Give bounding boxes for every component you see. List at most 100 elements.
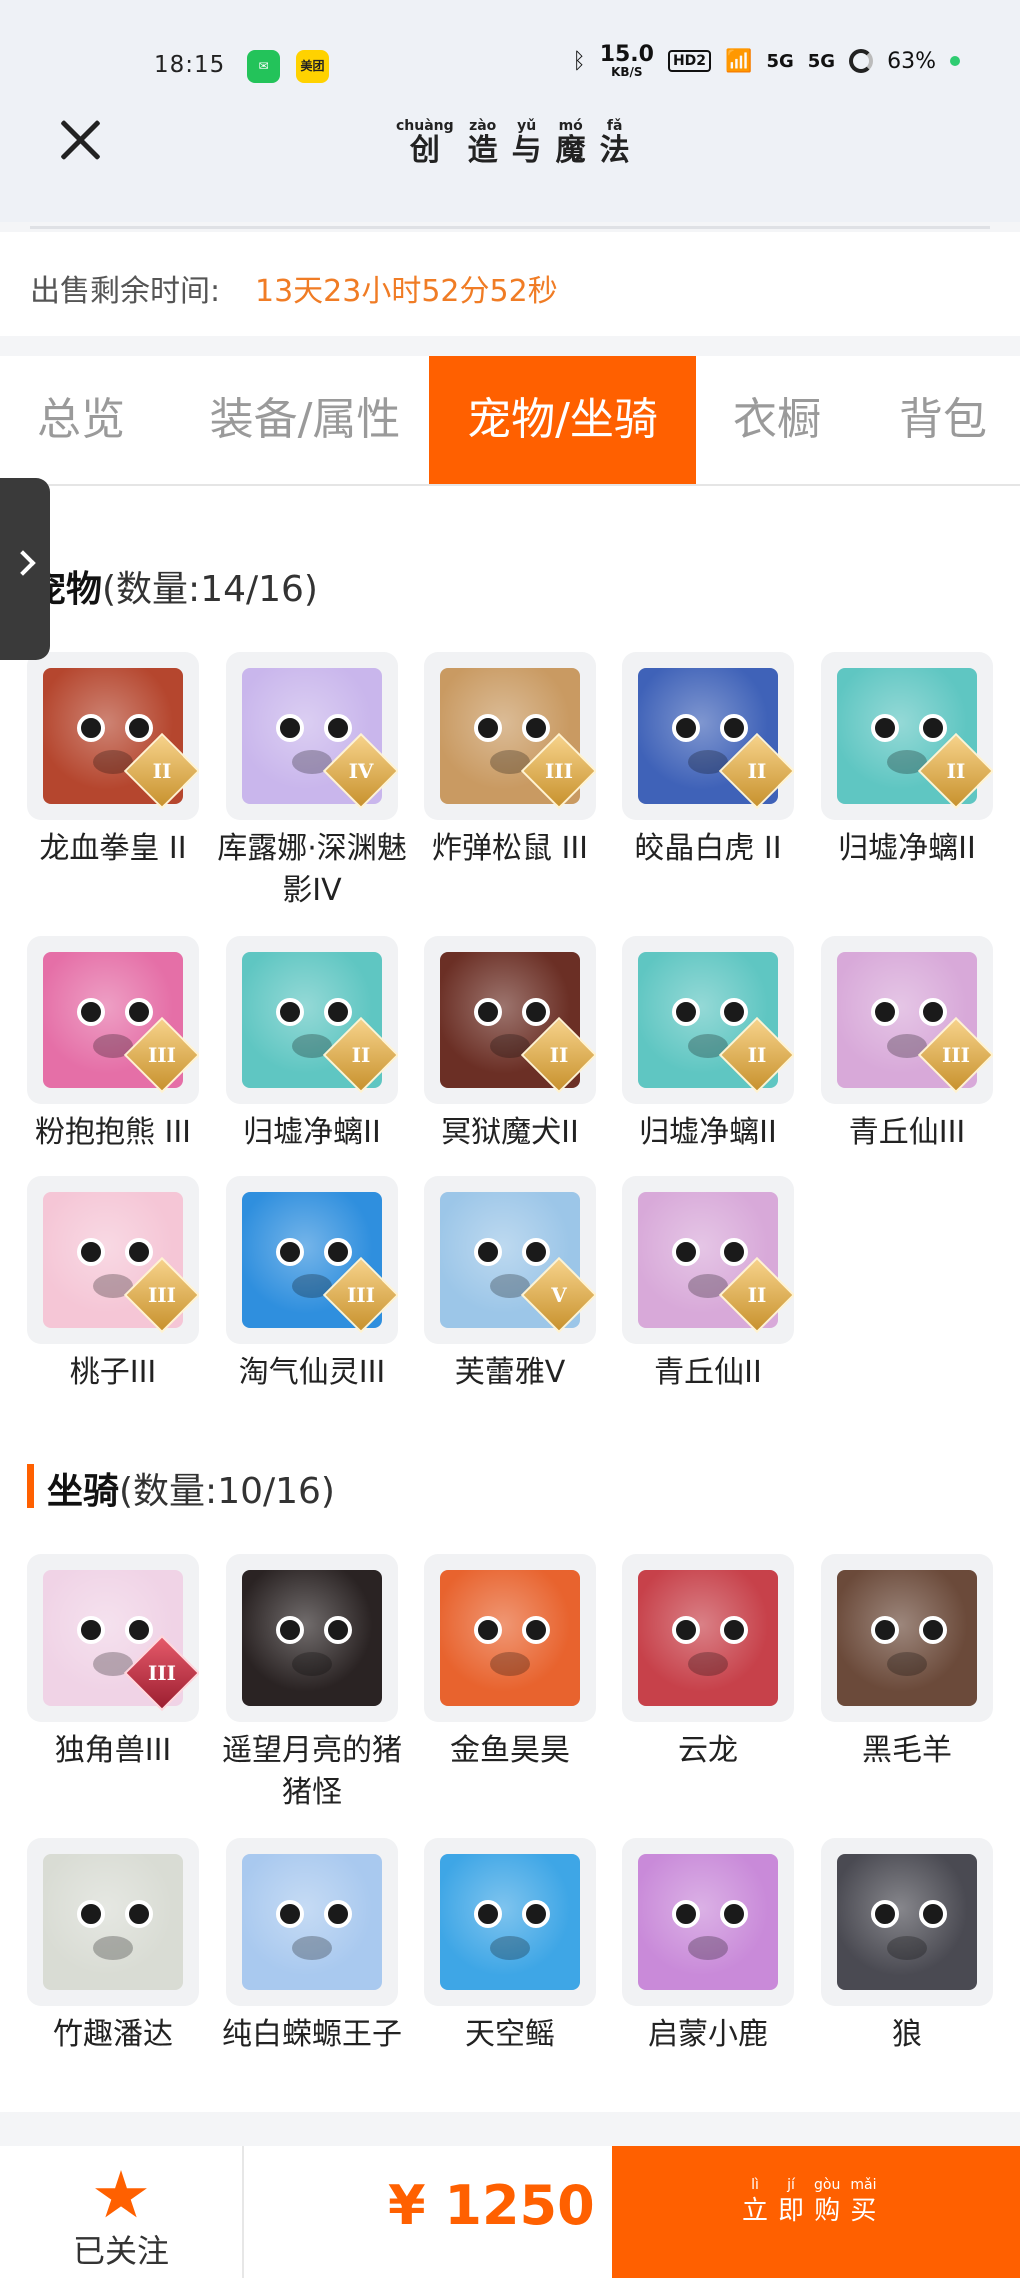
title-char: chuàng 创: [396, 118, 454, 168]
pet-card[interactable]: II 冥狱魔犬II: [424, 936, 596, 1154]
mount-name: 狼: [892, 2017, 922, 2052]
sale-remaining-time: 13天23小时52分52秒: [255, 274, 558, 309]
eye-icon: [77, 1238, 105, 1266]
mount-portrait-icon: [638, 1570, 778, 1706]
mount-card[interactable]: 黑毛羊: [821, 1554, 993, 1772]
snout-icon: [292, 1652, 332, 1676]
snout-icon: [490, 1936, 530, 1960]
pet-card[interactable]: III 粉抱抱熊 III: [27, 936, 199, 1154]
tab-equipment[interactable]: 装备/属性: [180, 356, 430, 484]
mounts-count: (数量:10/16): [119, 1471, 335, 1512]
pet-thumbnail: II: [27, 652, 199, 820]
pet-thumbnail: II: [622, 1176, 794, 1344]
pet-card[interactable]: V 芙蕾雅V: [424, 1176, 596, 1394]
eye-icon: [276, 714, 304, 742]
divider: [30, 226, 990, 229]
title-char: zào 造: [468, 118, 498, 168]
pet-thumbnail: II: [821, 652, 993, 820]
pet-card[interactable]: II 皎晶白虎 II: [622, 652, 794, 870]
snout-icon: [887, 1652, 927, 1676]
mount-portrait-icon: [638, 1854, 778, 1990]
tab-backpack[interactable]: 背包: [866, 356, 1020, 484]
eye-icon: [125, 714, 153, 742]
mount-card[interactable]: 启蒙小鹿: [622, 1838, 794, 2056]
meituan-icon: 美团: [296, 50, 329, 83]
mount-card[interactable]: 云龙: [622, 1554, 794, 1772]
side-drawer-handle[interactable]: [0, 478, 50, 660]
mount-card[interactable]: 纯白蝾螈王子: [222, 1838, 402, 2056]
mount-card[interactable]: III 独角兽III: [27, 1554, 199, 1772]
buy-now-button[interactable]: lì 立 jí 即 gòu 购 mǎi 买: [612, 2146, 1020, 2278]
hd-icon: HD2: [667, 50, 712, 72]
pet-card[interactable]: III 淘气仙灵III: [226, 1176, 398, 1394]
bottom-bar: 已关注 ¥ 1250 lì 立 jí 即 gòu 购 mǎi 买: [0, 2146, 1020, 2278]
buy-pinyin: mǎi: [850, 2177, 877, 2193]
buy-hanzi: 立: [742, 2196, 769, 2226]
tab-wardrobe[interactable]: 衣橱: [700, 356, 854, 484]
buy-hanzi: 购: [814, 2196, 841, 2226]
eye-icon: [522, 714, 550, 742]
mount-thumbnail: [821, 1554, 993, 1722]
pet-card[interactable]: III 桃子III: [27, 1176, 199, 1394]
eye-icon: [871, 714, 899, 742]
mount-thumbnail: [424, 1554, 596, 1722]
pet-card[interactable]: II 青丘仙II: [622, 1176, 794, 1394]
mounts-section-title: 坐骑(数量:10/16): [47, 1462, 335, 1514]
snout-icon: [887, 1936, 927, 1960]
network-speed: 15.0 KB/S: [599, 42, 654, 79]
mount-card[interactable]: 狼: [821, 1838, 993, 2056]
mount-portrait-icon: [837, 1854, 977, 1990]
pet-card[interactable]: II 龙血拳皇 II: [27, 652, 199, 870]
tab-pets-mounts[interactable]: 宠物/坐骑: [429, 356, 696, 484]
buy-hanzi: 买: [850, 2196, 877, 2226]
tab-bar: 总览 装备/属性 宠物/坐骑 衣橱 背包: [0, 356, 1020, 486]
chevron-right-icon: [10, 550, 36, 576]
privacy-dot-icon: [950, 56, 960, 66]
pet-name: 归墟净螭II: [838, 831, 976, 866]
pet-card[interactable]: II 归墟净螭II: [821, 652, 993, 870]
pet-name: 芙蕾雅V: [454, 1355, 566, 1390]
eye-icon: [672, 1900, 700, 1928]
mount-portrait-icon: [837, 1570, 977, 1706]
eye-icon: [720, 1900, 748, 1928]
buy-pinyin: gòu: [814, 2177, 841, 2193]
eye-icon: [125, 998, 153, 1026]
mount-name: 云龙: [678, 1733, 738, 1768]
mount-portrait-icon: [43, 1854, 183, 1990]
mount-card[interactable]: 遥望月亮的猪猪怪: [222, 1554, 402, 1814]
mount-portrait-icon: [440, 1570, 580, 1706]
eye-icon: [276, 1616, 304, 1644]
eye-icon: [919, 714, 947, 742]
mount-card[interactable]: 竹趣潘达: [27, 1838, 199, 2056]
mount-card[interactable]: 金鱼昊昊: [424, 1554, 596, 1772]
eye-icon: [522, 1616, 550, 1644]
eye-icon: [324, 1616, 352, 1644]
pet-thumbnail: V: [424, 1176, 596, 1344]
tab-overview[interactable]: 总览: [0, 356, 162, 484]
buy-hanzi: 即: [778, 2196, 805, 2226]
pet-thumbnail: II: [622, 652, 794, 820]
pet-name: 皎晶白虎 II: [634, 831, 782, 866]
follow-button[interactable]: 已关注: [0, 2146, 244, 2278]
pet-name: 库露娜·深渊魅影IV: [217, 831, 407, 908]
buy-pinyin: lì: [751, 2177, 759, 2193]
pet-card[interactable]: III 炸弹松鼠 III: [424, 652, 596, 870]
mount-thumbnail: [424, 1838, 596, 2006]
mount-card[interactable]: 天空鳐: [424, 1838, 596, 2056]
snout-icon: [688, 1652, 728, 1676]
pet-name: 青丘仙III: [848, 1115, 966, 1150]
pet-thumbnail: III: [27, 936, 199, 1104]
pet-name: 归墟净螭II: [243, 1115, 381, 1150]
pets-count: (数量:14/16): [102, 569, 318, 610]
pet-card[interactable]: II 归墟净螭II: [226, 936, 398, 1154]
pet-card[interactable]: III 青丘仙III: [821, 936, 993, 1154]
signal-icon-2: 5G: [807, 50, 836, 72]
snout-icon: [93, 1936, 133, 1960]
pet-card[interactable]: IV 库露娜·深渊魅影IV: [217, 652, 407, 912]
mounts-section-marker: [27, 1464, 34, 1508]
title-pinyin: zào: [469, 118, 497, 134]
close-button[interactable]: [56, 116, 104, 164]
eye-icon: [324, 1238, 352, 1266]
price: ¥ 1250: [388, 2174, 595, 2237]
pet-card[interactable]: II 归墟净螭II: [622, 936, 794, 1154]
